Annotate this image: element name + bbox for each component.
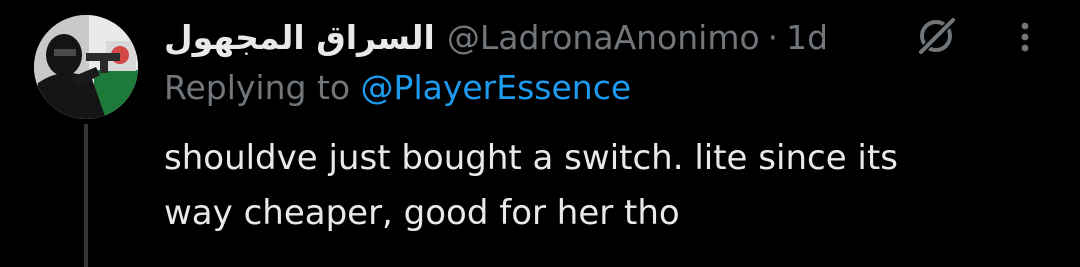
replying-to-label: Replying to [164, 68, 351, 107]
replying-to-handle-link[interactable]: @PlayerEssence [361, 68, 632, 107]
tweet[interactable]: السراق المجهول @LadronaAnonimo · 1d Repl… [0, 0, 1080, 267]
thread-connector-line [84, 124, 88, 267]
tweet-timestamp[interactable]: 1d [786, 18, 828, 57]
author-handle[interactable]: @LadronaAnonimo [447, 18, 760, 57]
header-separator: · [767, 17, 779, 57]
more-icon[interactable] [1010, 14, 1040, 58]
author-display-name[interactable]: السراق المجهول [164, 18, 435, 57]
tweet-text-line: shouldve just bought a switch. lite sinc… [164, 138, 898, 178]
avatar-photo [34, 15, 138, 119]
tweet-text: shouldve just bought a switch. lite sinc… [164, 131, 1024, 241]
replying-to-line: Replying to @PlayerEssence [164, 68, 631, 107]
avatar[interactable] [34, 15, 138, 119]
tweet-header: السراق المجهول @LadronaAnonimo · 1d [164, 12, 828, 62]
tweet-text-line: way cheaper, good for her tho [164, 193, 680, 233]
grok-icon[interactable] [915, 14, 959, 58]
